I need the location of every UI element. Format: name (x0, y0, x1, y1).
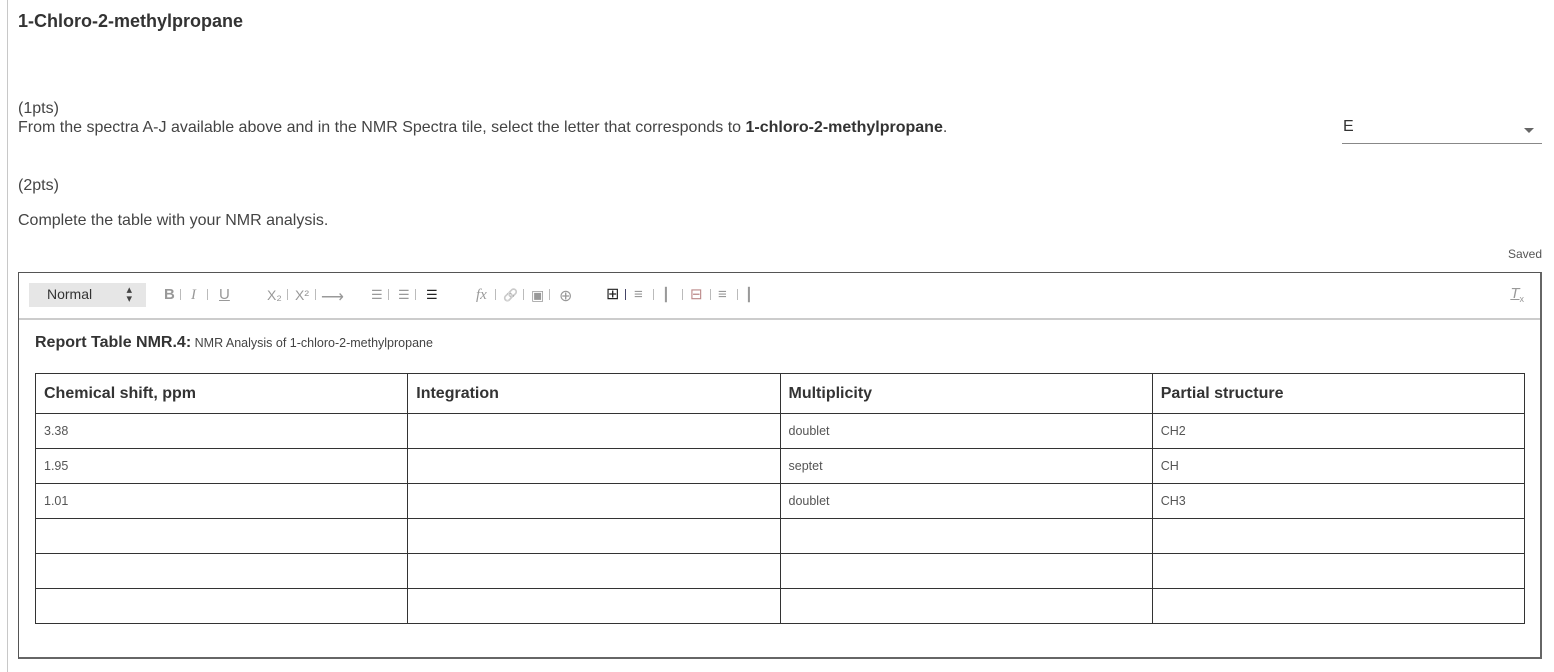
toolbar-separator (549, 289, 550, 300)
arrow-button[interactable]: ⟶ (321, 289, 344, 307)
table-row (34, 588, 1526, 624)
page-title: 1-Chloro-2-methylpropane (18, 11, 244, 31)
header-integration: Integration (407, 373, 781, 414)
cell-integration[interactable] (407, 553, 781, 589)
clear-format-sub: x (1519, 294, 1525, 304)
header-partial-structure: Partial structure (1151, 373, 1526, 414)
toolbar-separator (682, 289, 683, 300)
cell-chemical-shift[interactable]: 1.01 (34, 483, 409, 519)
caption-text: NMR Analysis of 1-chloro-2-methylpropane (191, 336, 433, 350)
ordered-list-icon[interactable]: ☰ (371, 286, 383, 304)
cell-partial-structure[interactable] (1151, 588, 1526, 624)
clear-formatting-icon[interactable]: Tx (1510, 285, 1524, 304)
cell-chemical-shift[interactable] (34, 518, 409, 554)
cell-integration[interactable] (407, 588, 781, 624)
delete-column-icon[interactable]: ┃ (745, 286, 753, 304)
question1-text-prefix: From the spectra A-J available above and… (18, 119, 746, 136)
toolbar-separator (180, 289, 181, 300)
toolbar-separator (287, 289, 288, 300)
link-icon[interactable]: 🔗 (503, 286, 518, 304)
cell-chemical-shift[interactable] (34, 553, 409, 589)
cell-multiplicity[interactable]: septet (779, 448, 1153, 484)
format-select-value: Normal (47, 286, 93, 302)
cell-multiplicity[interactable] (779, 553, 1153, 589)
question2-points: (2pts) (18, 177, 59, 194)
header-multiplicity: Multiplicity (779, 373, 1153, 414)
attachment-icon[interactable]: ⊕ (559, 288, 572, 306)
question1-compound: 1-chloro-2-methylpropane (745, 119, 943, 136)
cell-partial-structure[interactable]: CH2 (1151, 413, 1526, 449)
bold-button[interactable]: B (164, 286, 175, 304)
table-row: 1.95 septet CH (34, 448, 1526, 484)
question2-text: Complete the table with your NMR analysi… (18, 212, 329, 229)
table-row (34, 518, 1526, 554)
cell-multiplicity[interactable] (779, 518, 1153, 554)
toolbar-separator (495, 289, 496, 300)
header-chemical-shift: Chemical shift, ppm (34, 373, 409, 414)
delete-table-icon[interactable]: ⊟ (690, 286, 703, 304)
unordered-list-icon[interactable]: ☰ (398, 286, 410, 304)
cell-multiplicity[interactable]: doublet (779, 483, 1153, 519)
cell-integration[interactable] (407, 483, 781, 519)
toolbar-separator (653, 289, 654, 300)
table-row (34, 553, 1526, 589)
cell-integration[interactable] (407, 448, 781, 484)
table-row: 3.38 doublet CH2 (34, 413, 1526, 449)
formula-icon[interactable]: fx (476, 286, 487, 304)
cell-chemical-shift[interactable]: 3.38 (34, 413, 409, 449)
toolbar-separator (207, 289, 208, 300)
cell-multiplicity[interactable] (779, 588, 1153, 624)
caption-label: Report Table NMR.4: (35, 334, 192, 351)
insert-row-icon[interactable]: ≡ (634, 286, 643, 304)
toolbar-separator (737, 289, 738, 300)
cell-partial-structure[interactable] (1151, 553, 1526, 589)
editor-toolbar: Normal ▴ ▾ B I U X₂ X² ⟶ ☰ ☰ ☰ fx 🔗 ▣ ⊕ ⊞… (19, 273, 1540, 320)
insert-column-icon[interactable]: ┃ (662, 286, 670, 304)
table-caption: Report Table NMR.4: NMR Analysis of 1-ch… (35, 334, 433, 352)
table-row: 1.01 doublet CH3 (34, 483, 1526, 519)
cell-integration[interactable] (407, 518, 781, 554)
cell-partial-structure[interactable]: CH3 (1151, 483, 1526, 519)
align-icon[interactable]: ☰ (426, 286, 438, 304)
spectrum-letter-select[interactable]: E (1342, 116, 1542, 144)
rich-text-editor[interactable]: Normal ▴ ▾ B I U X₂ X² ⟶ ☰ ☰ ☰ fx 🔗 ▣ ⊕ ⊞… (18, 272, 1542, 659)
toolbar-separator (710, 289, 711, 300)
toolbar-separator (315, 289, 316, 300)
question1-text: From the spectra A-J available above and… (18, 119, 947, 137)
toolbar-separator (388, 289, 389, 300)
save-status: Saved (1507, 247, 1542, 261)
superscript-button[interactable]: X² (295, 286, 309, 304)
image-icon[interactable]: ▣ (531, 286, 544, 304)
toolbar-separator (523, 289, 524, 300)
select-arrows-icon: ▴ ▾ (126, 284, 132, 305)
question1-text-suffix: . (942, 119, 948, 136)
table-header-row: Chemical shift, ppm Integration Multipli… (34, 373, 1526, 414)
delete-row-icon[interactable]: ≡ (718, 286, 727, 304)
table-icon[interactable]: ⊞ (606, 286, 619, 304)
toolbar-separator (415, 289, 416, 300)
caret-down-icon (1524, 128, 1534, 133)
nmr-analysis-table: Chemical shift, ppm Integration Multipli… (34, 373, 1526, 624)
cell-chemical-shift[interactable]: 1.95 (34, 448, 409, 484)
underline-button[interactable]: U (219, 286, 230, 304)
question1-points: (1pts) (18, 100, 59, 117)
cell-partial-structure[interactable]: CH (1151, 448, 1526, 484)
subscript-button[interactable]: X₂ (267, 286, 282, 304)
clear-format-glyph: T (1510, 285, 1520, 302)
toolbar-separator (625, 289, 626, 300)
italic-button[interactable]: I (191, 286, 196, 304)
cell-multiplicity[interactable]: doublet (779, 413, 1153, 449)
selected-letter: E (1343, 118, 1354, 135)
paragraph-format-select[interactable]: Normal ▴ ▾ (29, 283, 146, 307)
cell-chemical-shift[interactable] (34, 588, 409, 624)
cell-integration[interactable] (407, 413, 781, 449)
left-border (7, 0, 8, 672)
cell-partial-structure[interactable] (1151, 518, 1526, 554)
